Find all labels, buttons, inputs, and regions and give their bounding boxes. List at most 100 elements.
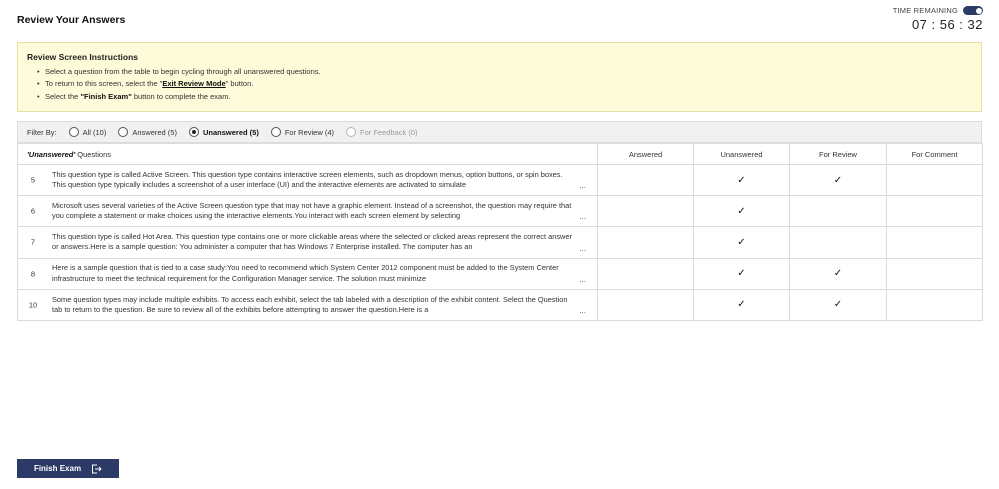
for-comment-cell <box>886 226 983 259</box>
exit-review-mode-link[interactable]: Exit Review Mode <box>162 79 225 88</box>
checkmark-icon: ✓ <box>737 174 746 186</box>
instruction-item: Select a question from the table to begi… <box>37 66 972 79</box>
questions-column-header: 'Unanswered' Questions <box>17 143 598 165</box>
radio-selected-icon[interactable] <box>188 127 199 137</box>
question-cell[interactable]: 5 This question type is called Active Scr… <box>17 163 598 197</box>
answered-cell <box>597 163 694 197</box>
filter-option-label: For Review (4) <box>284 127 335 137</box>
questions-table: 'Unanswered' Questions Answered Unanswer… <box>17 143 983 321</box>
instruction-text: button to complete the exam. <box>131 91 231 101</box>
filter-for-feedback: For Feedback (0) <box>346 127 418 137</box>
filter-option-label: All (10) <box>82 127 107 137</box>
radio-icon <box>346 127 357 137</box>
ellipsis: ... <box>579 274 586 284</box>
filter-option-label: Unanswered (5) <box>202 127 259 137</box>
unanswered-cell: ✓ <box>693 163 790 197</box>
question-cell[interactable]: 10 Some question types may include multip… <box>17 288 598 321</box>
for-review-cell <box>789 195 887 228</box>
checkmark-icon: ✓ <box>737 236 746 248</box>
for-comment-cell <box>886 288 983 321</box>
filter-for-review[interactable]: For Review (4) <box>270 127 335 137</box>
instruction-item: To return to this screen, select the "Ex… <box>37 78 972 91</box>
question-text: Microsoft uses several varieties of the … <box>52 201 572 221</box>
instructions-title: Review Screen Instructions <box>27 52 139 62</box>
question-cell[interactable]: 6 Microsoft uses several varieties of the… <box>17 195 598 228</box>
radio-icon[interactable] <box>68 127 79 137</box>
instruction-text: Select the <box>45 91 81 101</box>
table-header-row: 'Unanswered' Questions Answered Unanswer… <box>17 143 983 165</box>
table-row[interactable]: 7 This question type is called Hot Area. … <box>17 226 983 259</box>
filter-answered[interactable]: Answered (5) <box>118 127 177 137</box>
timer: TIME REMAINING 07 : 56 : 32 <box>893 6 983 32</box>
for-comment-cell <box>886 257 983 290</box>
answered-column-header: Answered <box>597 143 694 165</box>
unanswered-cell: ✓ <box>693 257 790 290</box>
question-number: 8 <box>30 269 36 279</box>
table-row[interactable]: 10 Some question types may include multip… <box>17 288 983 321</box>
answered-cell <box>597 257 694 290</box>
answered-cell <box>597 226 694 259</box>
table-row[interactable]: 8 Here is a sample question that is tied … <box>17 257 983 290</box>
question-text: This question type is called Hot Area. T… <box>52 232 572 252</box>
page-title: Review Your Answers <box>17 14 126 26</box>
filter-label: Filter By: <box>27 127 57 137</box>
instruction-text: To return to this screen, select the " <box>45 79 163 89</box>
table-row[interactable]: 5 This question type is called Active Scr… <box>17 163 983 197</box>
answered-cell <box>597 195 694 228</box>
for-review-cell: ✓ <box>789 163 887 197</box>
header-text: Questions <box>75 149 112 159</box>
question-text: Here is a sample question that is tied t… <box>52 263 559 283</box>
filter-name: 'Unanswered' <box>27 149 76 159</box>
filter-bar: Filter By: All (10) Answered (5) Unanswe… <box>17 121 982 143</box>
question-number: 5 <box>30 175 36 185</box>
instruction-emphasis: "Finish Exam" <box>80 91 132 101</box>
checkmark-icon: ✓ <box>833 174 843 186</box>
for-review-cell: ✓ <box>789 288 887 321</box>
radio-icon[interactable] <box>118 127 129 137</box>
for-comment-column-header: For Comment <box>886 143 983 165</box>
unanswered-column-header: Unanswered <box>693 143 790 165</box>
finish-exam-button[interactable]: Finish Exam <box>17 459 119 478</box>
unanswered-cell: ✓ <box>693 288 790 321</box>
for-comment-cell <box>886 163 983 197</box>
timer-toggle[interactable] <box>963 6 983 15</box>
time-remaining-label: TIME REMAINING <box>892 6 958 15</box>
question-number: 10 <box>28 300 38 310</box>
question-cell[interactable]: 7 This question type is called Hot Area. … <box>17 226 598 259</box>
unanswered-cell: ✓ <box>693 195 790 228</box>
radio-icon[interactable] <box>270 127 281 137</box>
instructions-list: Select a question from the table to begi… <box>27 66 972 103</box>
for-review-cell: ✓ <box>789 257 887 290</box>
question-text: This question type is called Active Scre… <box>52 169 563 190</box>
ellipsis: ... <box>579 305 586 315</box>
instruction-text: Select a question from the table to begi… <box>45 67 321 76</box>
exit-icon <box>91 464 102 474</box>
time-remaining-value: 07 : 56 : 32 <box>911 17 983 32</box>
filter-option-label: Answered (5) <box>132 127 177 137</box>
checkmark-icon: ✓ <box>833 268 843 280</box>
ellipsis: ... <box>579 212 586 222</box>
ellipsis: ... <box>579 181 586 191</box>
ellipsis: ... <box>579 243 586 253</box>
instructions-panel: Review Screen Instructions Select a ques… <box>17 42 982 112</box>
instruction-item: Select the "Finish Exam" button to compl… <box>37 91 972 104</box>
checkmark-icon: ✓ <box>737 299 746 311</box>
answered-cell <box>597 288 694 321</box>
filter-option-label: For Feedback (0) <box>360 127 418 137</box>
for-review-column-header: For Review <box>789 143 887 165</box>
table-row[interactable]: 6 Microsoft uses several varieties of the… <box>17 195 983 228</box>
question-cell[interactable]: 8 Here is a sample question that is tied … <box>17 257 598 290</box>
question-number: 6 <box>30 206 36 216</box>
question-text: Some question types may include multiple… <box>52 294 568 314</box>
finish-exam-label: Finish Exam <box>33 464 82 473</box>
question-number: 7 <box>30 237 36 247</box>
checkmark-icon: ✓ <box>737 205 746 217</box>
filter-all[interactable]: All (10) <box>68 127 107 137</box>
for-comment-cell <box>886 195 983 228</box>
checkmark-icon: ✓ <box>737 268 746 280</box>
for-review-cell <box>789 226 887 259</box>
filter-unanswered[interactable]: Unanswered (5) <box>188 127 259 137</box>
instruction-text: " button. <box>225 79 254 89</box>
unanswered-cell: ✓ <box>693 226 790 259</box>
checkmark-icon: ✓ <box>833 299 843 311</box>
